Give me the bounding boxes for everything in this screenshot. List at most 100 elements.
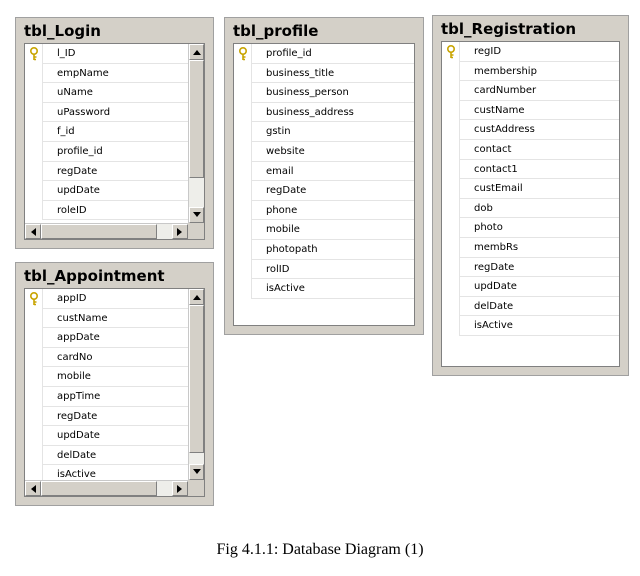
column-row[interactable]: appDate <box>25 328 188 348</box>
column-row[interactable]: regID <box>442 42 619 62</box>
column-row[interactable]: regDate <box>234 181 414 201</box>
table-title: tbl_profile <box>233 22 319 40</box>
row-selector <box>25 347 43 368</box>
scroll-left-button[interactable] <box>25 481 41 496</box>
row-selector <box>234 141 252 162</box>
row-selector <box>442 179 460 199</box>
column-row[interactable]: regDate <box>25 161 188 182</box>
row-selector <box>442 100 460 121</box>
row-selector <box>442 61 460 82</box>
column-row[interactable]: mobile <box>234 220 414 240</box>
scroll-down-button[interactable] <box>189 207 204 223</box>
row-selector <box>25 367 43 387</box>
row-selector <box>234 239 252 260</box>
column-row[interactable]: membRs <box>442 237 619 258</box>
column-list: l_ID empName uName uPassword f_id profile_idr… <box>25 44 188 221</box>
column-row[interactable]: uPassword <box>25 102 188 123</box>
column-row[interactable]: empName <box>25 63 188 84</box>
column-row[interactable]: l_ID <box>25 44 188 64</box>
scroll-up-button[interactable] <box>189 44 204 60</box>
column-row[interactable]: photo <box>442 218 619 238</box>
column-row[interactable]: regDate <box>25 406 188 427</box>
column-name: membership <box>474 65 537 77</box>
horizontal-scrollbar[interactable] <box>25 223 188 239</box>
row-selector <box>25 200 43 221</box>
column-name: contact <box>474 143 512 155</box>
column-row[interactable]: custName <box>25 308 188 329</box>
column-row[interactable]: business_address <box>234 102 414 123</box>
scroll-right-button[interactable] <box>172 224 188 239</box>
key-icon <box>30 292 38 306</box>
column-row[interactable]: f_id <box>25 122 188 142</box>
column-row[interactable]: rolID <box>234 259 414 280</box>
column-row[interactable]: appID <box>25 289 188 309</box>
column-row[interactable]: website <box>234 141 414 162</box>
scroll-down-button[interactable] <box>189 464 204 480</box>
table-registration[interactable]: tbl_Registration regID membership cardNumb… <box>432 15 629 376</box>
column-name: gstin <box>266 126 291 138</box>
table-body: appID custName appDate cardNo mobile appTime r… <box>24 288 205 497</box>
column-row[interactable]: isActive <box>234 279 414 299</box>
column-row[interactable]: cardNo <box>25 347 188 368</box>
scroll-right-button[interactable] <box>172 481 188 496</box>
column-row[interactable]: updDate <box>442 277 619 297</box>
table-profile[interactable]: tbl_profile profile_id business_title busi… <box>224 17 424 335</box>
column-name: appDate <box>57 332 100 344</box>
column-row[interactable]: phone <box>234 200 414 221</box>
table-body: profile_id business_title business_personb… <box>233 43 415 326</box>
vertical-scrollbar[interactable] <box>188 44 204 223</box>
row-selector <box>25 122 43 142</box>
vertical-scrollbar[interactable] <box>188 289 204 480</box>
column-name: cardNo <box>57 351 93 363</box>
row-selector <box>25 181 43 201</box>
column-row[interactable]: business_title <box>234 63 414 84</box>
column-row[interactable]: custName <box>442 100 619 121</box>
column-row[interactable]: delDate <box>442 296 619 317</box>
column-row[interactable]: updDate <box>25 181 188 201</box>
column-name: regDate <box>57 165 98 177</box>
table-appointment[interactable]: tbl_Appointment appID custName appDate card… <box>15 262 214 506</box>
scroll-left-button[interactable] <box>25 224 41 239</box>
column-row[interactable]: contact <box>442 139 619 160</box>
column-row[interactable]: appTime <box>25 386 188 407</box>
column-row[interactable]: updDate <box>25 426 188 446</box>
column-row[interactable]: contact1 <box>442 159 619 180</box>
column-row[interactable]: profile_id <box>234 44 414 64</box>
column-name: contact1 <box>474 163 518 175</box>
column-row[interactable]: dob <box>442 198 619 219</box>
column-name: business_address <box>266 106 354 118</box>
scroll-thumb[interactable] <box>41 481 157 496</box>
row-selector <box>25 386 43 407</box>
row-selector <box>442 277 460 297</box>
scroll-thumb[interactable] <box>41 224 157 239</box>
column-row[interactable]: business_person <box>234 83 414 103</box>
scroll-thumb[interactable] <box>189 305 204 453</box>
column-row[interactable]: custEmail <box>442 179 619 199</box>
column-name: profile_id <box>57 145 103 157</box>
table-login[interactable]: tbl_Login l_ID empName uName uPassword f_id p… <box>15 17 214 249</box>
column-row[interactable]: regDate <box>442 257 619 278</box>
column-row[interactable]: gstin <box>234 122 414 142</box>
column-row[interactable]: mobile <box>25 367 188 387</box>
column-row[interactable]: photopath <box>234 239 414 260</box>
column-row[interactable]: cardNumber <box>442 81 619 101</box>
row-selector <box>25 328 43 348</box>
row-selector <box>442 159 460 180</box>
row-selector <box>234 279 252 299</box>
column-row[interactable]: uName <box>25 83 188 103</box>
column-list: profile_id business_title business_personb… <box>234 44 414 299</box>
scroll-thumb[interactable] <box>189 60 204 178</box>
row-selector <box>442 198 460 219</box>
scroll-up-button[interactable] <box>189 289 204 305</box>
column-row[interactable]: email <box>234 161 414 182</box>
column-row[interactable]: membership <box>442 61 619 82</box>
horizontal-scrollbar[interactable] <box>25 480 188 496</box>
column-row[interactable]: isActive <box>442 316 619 336</box>
column-row[interactable]: roleID <box>25 200 188 221</box>
column-row[interactable]: custAddress <box>442 120 619 140</box>
row-selector <box>442 296 460 317</box>
column-row[interactable]: delDate <box>25 445 188 466</box>
row-selector <box>442 81 460 101</box>
column-name: mobile <box>57 371 91 383</box>
column-row[interactable]: profile_id <box>25 141 188 162</box>
